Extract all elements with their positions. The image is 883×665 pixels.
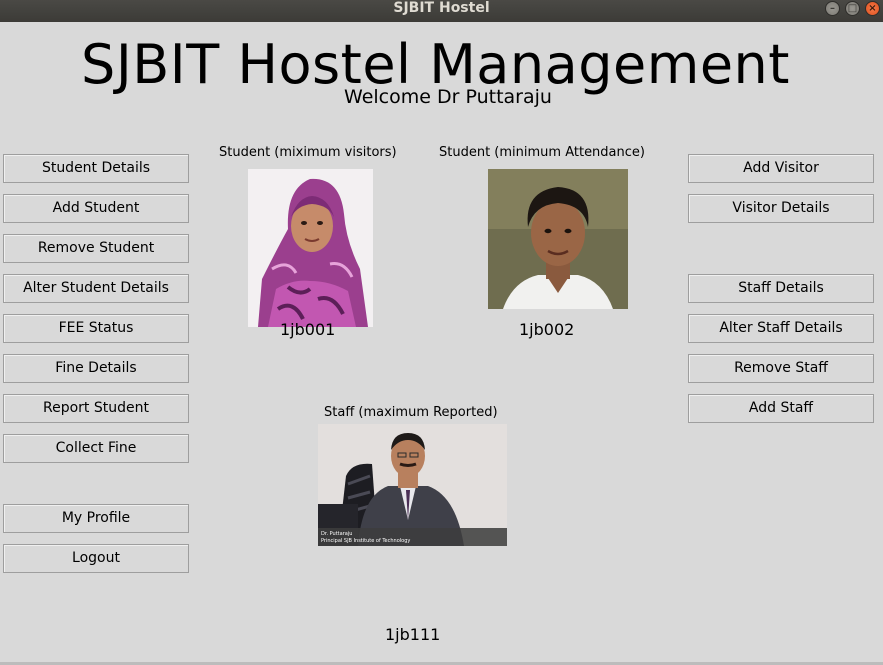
max-visitors-student-id: 1jb001 — [280, 320, 336, 339]
maximize-button[interactable]: □ — [845, 1, 860, 16]
close-icon: × — [868, 3, 877, 14]
window-titlebar: SJBIT Hostel – □ × — [0, 0, 883, 22]
fee-status-button[interactable]: FEE Status — [3, 314, 189, 343]
remove-staff-button[interactable]: Remove Staff — [688, 354, 874, 383]
remove-student-button[interactable]: Remove Student — [3, 234, 189, 263]
window-title: SJBIT Hostel — [393, 0, 490, 16]
collect-fine-button[interactable]: Collect Fine — [3, 434, 189, 463]
max-reported-staff-photo: Dr. Puttaraju Principal SJB Institute of… — [318, 424, 507, 546]
minimize-icon: – — [830, 3, 835, 14]
add-staff-button[interactable]: Add Staff — [688, 394, 874, 423]
alter-student-details-button[interactable]: Alter Student Details — [3, 274, 189, 303]
staff-photo-name: Dr. Puttaraju — [321, 531, 352, 537]
add-student-button[interactable]: Add Student — [3, 194, 189, 223]
min-attendance-student-photo — [488, 169, 628, 309]
min-attendance-caption: Student (minimum Attendance) — [439, 145, 645, 160]
fine-details-button[interactable]: Fine Details — [3, 354, 189, 383]
logout-button[interactable]: Logout — [3, 544, 189, 573]
my-profile-button[interactable]: My Profile — [3, 504, 189, 533]
close-button[interactable]: × — [865, 1, 880, 16]
add-visitor-button[interactable]: Add Visitor — [688, 154, 874, 183]
max-reported-staff-id: 1jb111 — [385, 625, 441, 644]
max-reported-caption: Staff (maximum Reported) — [324, 405, 498, 420]
max-visitors-student-photo — [248, 169, 373, 327]
maximize-icon: □ — [847, 3, 858, 14]
alter-staff-details-button[interactable]: Alter Staff Details — [688, 314, 874, 343]
student-details-button[interactable]: Student Details — [3, 154, 189, 183]
welcome-text: Welcome Dr Puttaraju — [344, 86, 552, 108]
min-attendance-student-id: 1jb002 — [519, 320, 575, 339]
minimize-button[interactable]: – — [825, 1, 840, 16]
staff-details-button[interactable]: Staff Details — [688, 274, 874, 303]
max-visitors-caption: Student (miximum visitors) — [219, 145, 397, 160]
staff-photo-title: Principal SJB Institute of Technology — [321, 538, 410, 544]
visitor-details-button[interactable]: Visitor Details — [688, 194, 874, 223]
report-student-button[interactable]: Report Student — [3, 394, 189, 423]
